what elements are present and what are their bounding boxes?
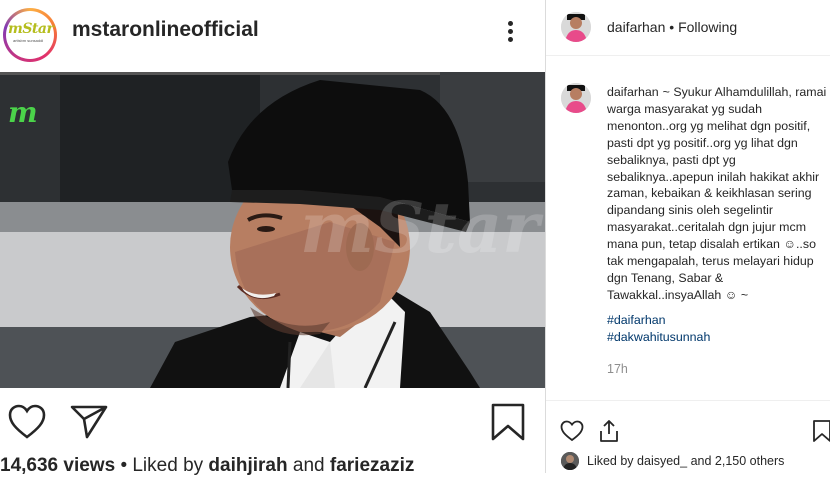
upload-icon[interactable] <box>598 419 620 443</box>
header-avatar[interactable] <box>561 12 591 42</box>
post-header: mStar artisbm sunsaddi mstaronlineoffici… <box>0 0 545 72</box>
comment-header: daifarhan • Following <box>546 0 830 56</box>
post-panel: mStar artisbm sunsaddi mstaronlineoffici… <box>0 0 545 476</box>
bookmark-icon[interactable] <box>812 419 830 443</box>
mstar-logo: mStar <box>8 21 54 37</box>
caption-text: ~ Syukur Alhamdulillah, ramai warga masy… <box>607 85 827 302</box>
liked-by-user[interactable]: daisyed_ <box>637 454 687 468</box>
avatar-image <box>561 12 591 42</box>
comment-panel: daifarhan • Following daifarhan ~ Syukur … <box>545 0 830 473</box>
photo-illustration: m mStar <box>0 72 545 388</box>
hashtag-dakwahitusunnah[interactable]: #dakwahitusunnah <box>607 330 710 344</box>
heart-icon[interactable] <box>560 420 584 442</box>
views-likes-line: 14,636 views • Liked by daihjirah and fa… <box>0 455 414 477</box>
photo-watermark: mStar <box>300 186 544 269</box>
account-avatar[interactable]: mStar artisbm sunsaddi <box>3 8 57 62</box>
bookmark-icon[interactable] <box>490 402 526 442</box>
account-username[interactable]: mstaronlineofficial <box>72 18 259 42</box>
comment-actions <box>546 400 830 461</box>
avatar-image <box>561 83 591 113</box>
liked-by-prefix: Liked by <box>587 454 634 468</box>
more-icon[interactable] <box>500 18 520 48</box>
heart-icon[interactable] <box>8 404 46 440</box>
svg-text:m: m <box>8 96 38 129</box>
post-photo[interactable]: m mStar <box>0 72 545 388</box>
liked-by-suffix[interactable]: and 2,150 others <box>691 454 785 468</box>
header-username[interactable]: daifarhan <box>607 19 665 35</box>
time-ago[interactable]: 17h <box>607 362 628 376</box>
logo-subtext: artisbm sunsaddi <box>13 38 44 43</box>
follow-status[interactable]: • Following <box>669 19 737 35</box>
avatar-image <box>561 452 579 470</box>
liker-avatar[interactable] <box>561 452 579 470</box>
share-icon[interactable] <box>70 405 108 439</box>
caption-author[interactable]: daifarhan <box>607 85 659 99</box>
hashtag-daifarhan[interactable]: #daifarhan <box>607 313 666 327</box>
header-username-line: daifarhan • Following <box>607 19 737 35</box>
liked-by-line: Liked by daisyed_ and 2,150 others <box>587 454 784 468</box>
post-actions <box>0 392 545 452</box>
comment-avatar[interactable] <box>561 83 591 113</box>
caption: daifarhan ~ Syukur Alhamdulillah, ramai w… <box>607 84 829 304</box>
